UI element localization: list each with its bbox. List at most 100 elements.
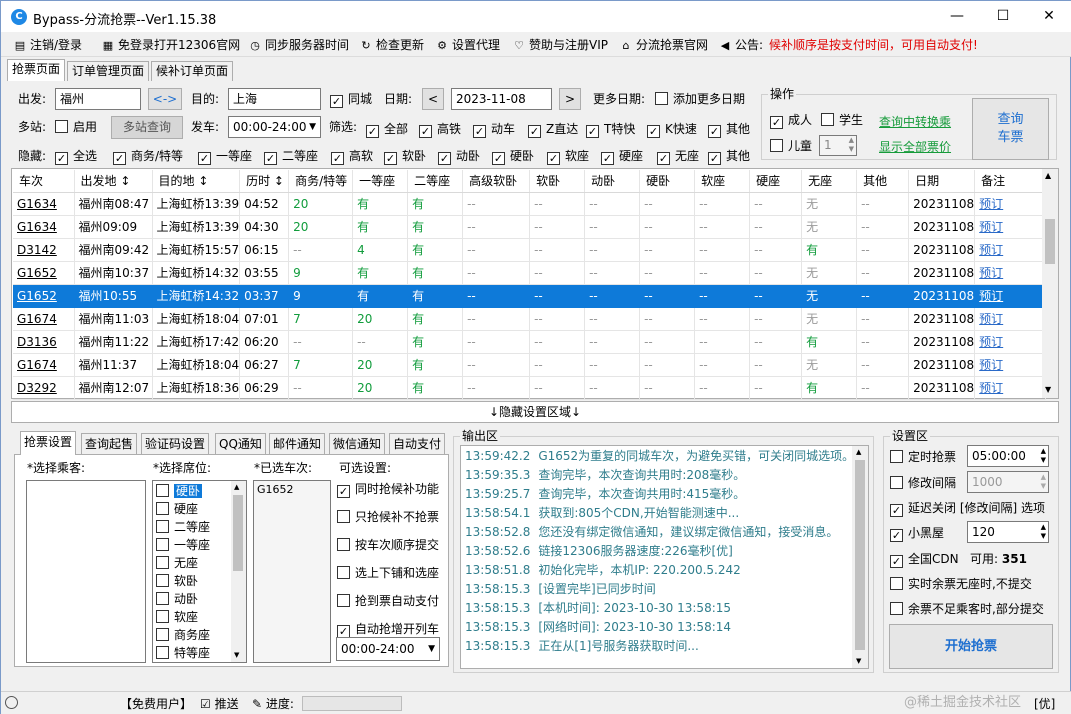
table-row[interactable]: G1634 福州南08:47 上海虹桥13:39 04:52 20 有有 -- -- -- -- -… — [13, 192, 1047, 216]
book-link[interactable]: 预订 — [974, 307, 1047, 331]
hide-checkbox[interactable]: ✓ 一等座 — [198, 149, 252, 165]
date-next-button[interactable]: > — [559, 88, 581, 110]
table-row[interactable]: D3142 福州南09:42 上海虹桥15:57 06:15 -- 4 有 -- -- -- -- -… — [13, 238, 1047, 262]
hide-checkbox[interactable]: ✓ 高软 — [331, 149, 373, 165]
show-all-price-link[interactable]: 显示全部票价 — [879, 138, 951, 155]
seat-scroll-down-icon[interactable]: ▼ — [234, 651, 239, 659]
train-number-link[interactable]: D3292 — [13, 376, 75, 400]
column-header[interactable]: 软座 — [694, 170, 751, 193]
hide-checkbox[interactable]: ✓ 其他 — [708, 149, 750, 165]
option-checkbox[interactable]: 抢到票自动支付 — [337, 594, 439, 608]
menu-sponsor[interactable]: ♡ 赞助与注册VIP — [512, 36, 608, 54]
selected-trains-list[interactable]: G1652 — [253, 480, 331, 663]
from-input[interactable]: 福州 — [55, 88, 141, 110]
hide-checkbox[interactable]: ✓ 动卧 — [438, 149, 480, 165]
column-header[interactable]: 历时 ↕ — [239, 170, 290, 193]
train-number-link[interactable]: D3142 — [13, 238, 75, 262]
interval-checkbox[interactable]: 修改间隔 — [890, 476, 956, 490]
timed-input[interactable]: 05:00:00 ▲ ▼ — [967, 445, 1049, 467]
seat-scrollbar[interactable]: ▲ ▼ — [231, 481, 246, 662]
blackroom-stepper-icon[interactable]: ▲ ▼ — [1041, 523, 1046, 541]
date-prev-button[interactable]: < — [422, 88, 444, 110]
settings-tab[interactable]: 查询起售 — [81, 433, 138, 454]
menu-official-site[interactable]: ⌂ 分流抢票官网 — [619, 36, 709, 54]
hide-checkbox[interactable]: ✓ 硬座 — [601, 149, 643, 165]
column-header[interactable]: 商务/特等 — [288, 170, 354, 193]
seat-option[interactable]: 硬卧 — [154, 483, 231, 501]
settings-tab[interactable]: 微信通知 — [329, 433, 386, 454]
student-checkbox[interactable]: 学生 — [821, 113, 863, 127]
column-header[interactable]: 动卧 — [584, 170, 641, 193]
book-link[interactable]: 预订 — [974, 261, 1047, 285]
table-scroll-thumb[interactable] — [1045, 219, 1055, 264]
book-link[interactable]: 预订 — [974, 284, 1047, 308]
seat-option[interactable]: 动卧 — [154, 591, 231, 609]
filter-checkbox[interactable]: ✓ Z直达 — [528, 122, 578, 138]
same-city-checkbox[interactable]: ✓ 同城 — [330, 92, 372, 108]
multi-query-button[interactable]: 多站查询 — [111, 116, 183, 139]
column-header[interactable]: 硬座 — [749, 170, 803, 193]
filter-checkbox[interactable]: ✓ 动车 — [473, 122, 515, 138]
settings-tab[interactable]: 邮件通知 — [269, 433, 326, 454]
column-header[interactable]: 二等座 — [407, 170, 464, 193]
minimize-button[interactable]: — — [934, 1, 980, 32]
table-row[interactable]: G1674 福州南11:03 上海虹桥18:04 07:01 7 20 有 -- -- -- -- -… — [13, 307, 1047, 331]
maximize-button[interactable]: ☐ — [980, 1, 1026, 32]
hide-checkbox[interactable]: ✓ 商务/特等 — [113, 149, 183, 165]
to-input[interactable]: 上海 — [228, 88, 321, 110]
filter-checkbox[interactable]: ✓ 其他 — [708, 122, 750, 138]
tab-ticket[interactable]: 抢票页面 — [7, 59, 66, 81]
log-scrollbar[interactable]: ▲ ▼ — [852, 446, 868, 668]
seat-option[interactable]: 商务座 — [154, 627, 231, 645]
train-number-link[interactable]: G1652 — [13, 284, 75, 308]
cdn-checkbox[interactable]: ✓ 全国CDN — [890, 552, 959, 568]
train-number-link[interactable]: G1634 — [13, 215, 75, 239]
timed-stepper-icon[interactable]: ▲ ▼ — [1041, 447, 1046, 465]
time-range-select[interactable]: 00:00-24:00 ▼ — [336, 637, 440, 661]
table-scrollbar[interactable]: ▲ ▼ — [1042, 169, 1058, 398]
seat-option[interactable]: 无座 — [154, 555, 231, 573]
hide-checkbox[interactable]: ✓ 软座 — [547, 149, 589, 165]
transfer-link[interactable]: 查询中转换乘 — [879, 113, 951, 130]
settings-tab[interactable]: 自动支付 — [389, 433, 446, 454]
menu-open-12306[interactable]: ▦ 免登录打开12306官网 — [101, 36, 240, 54]
column-header[interactable]: 软卧 — [529, 170, 586, 193]
option-checkbox[interactable]: 只抢候补不抢票 — [337, 510, 439, 524]
table-row[interactable]: G1674 福州11:37 上海虹桥18:04 06:27 7 20 有 -- -- -- -- --… — [13, 353, 1047, 377]
filter-checkbox[interactable]: ✓ T特快 — [586, 122, 635, 138]
push-status[interactable]: ☑ 推送 — [200, 696, 239, 712]
train-number-link[interactable]: G1674 — [13, 353, 75, 377]
blackroom-checkbox[interactable]: ✓ 小黑屋 — [890, 526, 944, 542]
book-link[interactable]: 预订 — [974, 192, 1047, 216]
child-checkbox[interactable]: 儿童 — [770, 139, 812, 153]
hide-settings-bar[interactable]: ↓隐藏设置区域↓ — [11, 401, 1059, 423]
seat-option[interactable]: 特等座 — [154, 645, 231, 662]
column-header[interactable]: 出发地 ↕ — [74, 170, 153, 193]
menu-sync-time[interactable]: ◷ 同步服务器时间 — [248, 36, 349, 54]
interval-stepper-icon[interactable]: ▲ ▼ — [1041, 473, 1046, 491]
seat-option[interactable]: 一等座 — [154, 537, 231, 555]
start-grab-button[interactable]: 开始抢票 — [889, 624, 1053, 669]
hide-checkbox[interactable]: ✓ 软卧 — [384, 149, 426, 165]
seat-list[interactable]: 硬卧 硬座 二等座 一等座 无座 软卧 动卧 软座 商务座 特等座 ▲ ▼ — [152, 480, 247, 663]
train-number-link[interactable]: D3136 — [13, 330, 75, 354]
timed-checkbox[interactable]: 定时抢票 — [890, 450, 956, 464]
column-header[interactable]: 其他 — [856, 170, 910, 193]
book-link[interactable]: 预订 — [974, 238, 1047, 262]
partial-submit-checkbox[interactable]: 余票不足乘客时,部分提交 — [890, 602, 1044, 616]
hide-checkbox[interactable]: ✓ 二等座 — [264, 149, 318, 165]
scroll-down-icon[interactable]: ▼ — [1045, 385, 1051, 394]
hide-checkbox[interactable]: ✓ 全选 — [55, 149, 97, 165]
option-checkbox[interactable]: 选上下铺和选座 — [337, 566, 439, 580]
passenger-list[interactable] — [26, 480, 146, 663]
log-scroll-thumb[interactable] — [855, 460, 865, 650]
seat-scroll-thumb[interactable] — [233, 495, 243, 571]
settings-tab[interactable]: 抢票设置 — [20, 431, 77, 455]
column-header[interactable]: 日期 — [908, 170, 976, 193]
filter-checkbox[interactable]: ✓ 全部 — [366, 122, 408, 138]
selected-train-item[interactable]: G1652 — [254, 481, 330, 498]
table-row[interactable]: G1652 福州10:55 上海虹桥14:32 03:37 9 有有 -- -- -- -- -- -… — [13, 284, 1047, 308]
seat-option[interactable]: 软座 — [154, 609, 231, 627]
hide-checkbox[interactable]: ✓ 硬卧 — [492, 149, 534, 165]
column-header[interactable]: 目的地 ↕ — [152, 170, 241, 193]
